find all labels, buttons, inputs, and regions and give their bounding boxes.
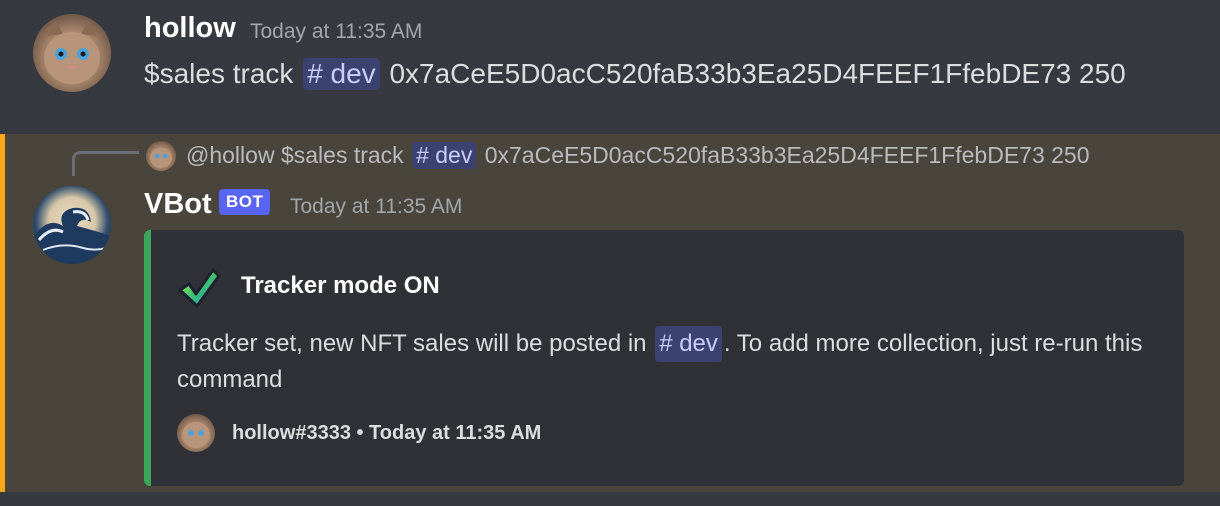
reply-preview[interactable]: @hollow $sales track # dev 0x7aCeE5D0acC…: [186, 142, 1090, 169]
channel-mention[interactable]: # dev: [655, 326, 722, 362]
embed-text: Tracker set, new NFT sales will be poste…: [177, 330, 647, 357]
embed-description: Tracker set, new NFT sales will be poste…: [177, 326, 1147, 398]
embed-footer: hollow#3333 • Today at 11:35 AM: [232, 422, 542, 444]
message-text: 0x7aCeE5D0acC520faB33b3Ea25D4FEEF1FfebDE…: [389, 58, 1126, 89]
cat-avatar-icon: [44, 20, 100, 84]
mention-highlight-bar: [0, 134, 5, 492]
message-timestamp: Today at 11:35 AM: [250, 20, 423, 43]
embed: Tracker mode ON Tracker set, new NFT sal…: [144, 230, 1184, 486]
reply-text: 0x7aCeE5D0acC520faB33b3Ea25D4FEEF1FfebDE…: [484, 142, 1090, 168]
embed-title: Tracker mode ON: [241, 272, 440, 299]
reply-mention[interactable]: @hollow: [186, 142, 275, 168]
message-hollow: hollow Today at 11:35 AM $sales track # …: [0, 0, 1220, 130]
channel-mention[interactable]: # dev: [303, 58, 380, 90]
user-avatar[interactable]: [33, 14, 111, 92]
channel-mention[interactable]: # dev: [412, 142, 477, 169]
message-author[interactable]: VBot: [144, 188, 212, 221]
message-author[interactable]: hollow: [144, 12, 236, 45]
footer-avatar: [177, 414, 215, 452]
cat-avatar-icon: [182, 422, 210, 448]
bot-badge: BOT: [219, 189, 271, 215]
reply-text: $sales track: [280, 142, 404, 168]
reply-spine: [72, 151, 139, 176]
reply-avatar[interactable]: [146, 141, 176, 171]
wave-avatar-icon: [33, 207, 111, 264]
bot-avatar[interactable]: [33, 186, 111, 264]
message-content: $sales track # dev 0x7aCeE5D0acC520faB33…: [144, 58, 1126, 90]
check-mark-icon: [178, 268, 221, 308]
message-timestamp: Today at 11:35 AM: [290, 195, 463, 218]
cat-avatar-icon: [150, 148, 172, 168]
message-text: $sales track: [144, 58, 294, 89]
embed-accent-bar: [144, 230, 151, 486]
